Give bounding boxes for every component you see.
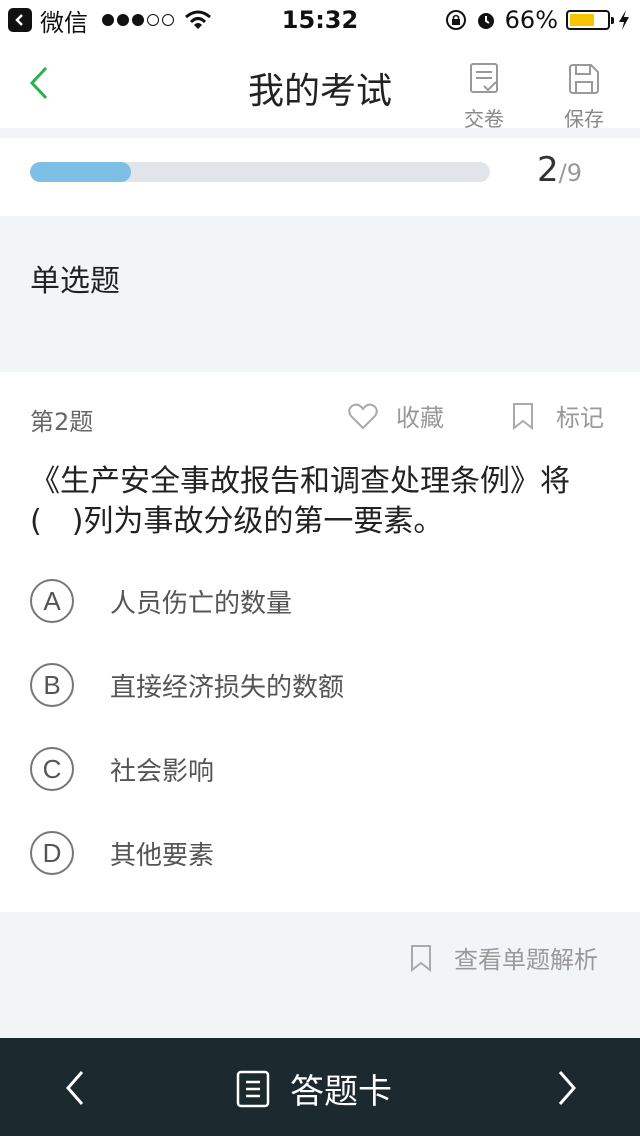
status-bar: 微信 15:32 66%	[0, 0, 640, 40]
option-letter: C	[30, 747, 74, 791]
orientation-lock-icon	[445, 10, 466, 30]
question-card: 第2题 收藏 标记 《生产安全事故报告和调查处理条例》将( )列为事故分级的第一…	[0, 372, 640, 912]
option-text: 直接经济损失的数额	[110, 672, 345, 703]
next-question-icon[interactable]	[546, 1068, 586, 1108]
option-a[interactable]: A 人员伤亡的数量	[30, 576, 610, 626]
nav-bar: 我的考试 交卷 保存	[0, 40, 640, 131]
option-letter: A	[30, 579, 74, 623]
bookmark-icon	[411, 944, 431, 972]
answer-card-button[interactable]: 答题卡	[236, 1064, 392, 1113]
submit-paper-icon	[470, 63, 498, 93]
bookmark-icon	[513, 402, 533, 430]
option-letter: B	[30, 663, 74, 707]
charging-icon	[619, 10, 629, 30]
progress-total: /9	[558, 159, 582, 187]
mark-label: 标记	[556, 404, 604, 432]
back-chevron-icon[interactable]	[22, 58, 62, 108]
save-disk-icon	[569, 64, 599, 94]
mark-button[interactable]: 标记	[512, 398, 604, 433]
answer-card-label: 答题卡	[290, 1072, 392, 1112]
save-label: 保存	[564, 107, 604, 131]
favorite-button[interactable]: 收藏	[348, 398, 444, 433]
option-d[interactable]: D 其他要素	[30, 828, 610, 878]
question-type-label: 单选题	[30, 264, 120, 299]
option-c[interactable]: C 社会影响	[30, 744, 610, 794]
battery-icon	[566, 10, 614, 30]
view-analysis-label: 查看单题解析	[454, 946, 598, 974]
question-number: 第2题	[30, 408, 94, 436]
progress-section: 2/9	[0, 138, 640, 216]
analysis-band: 查看单题解析	[0, 912, 640, 1038]
progress-counter: 2/9	[537, 150, 582, 190]
save-button[interactable]: 保存	[554, 62, 614, 132]
heart-icon	[348, 403, 378, 429]
question-text: 《生产安全事故报告和调查处理条例》将( )列为事故分级的第一要素。	[30, 464, 570, 539]
battery-percent: 66%	[504, 6, 558, 34]
option-text: 社会影响	[110, 756, 215, 787]
view-analysis-button[interactable]: 查看单题解析	[410, 940, 598, 975]
previous-question-icon[interactable]	[56, 1068, 96, 1108]
answer-sheet-icon	[236, 1070, 270, 1107]
progress-fill	[30, 162, 132, 182]
option-b[interactable]: B 直接经济损失的数额	[30, 660, 610, 710]
option-text: 其他要素	[110, 840, 215, 871]
option-letter: D	[30, 831, 74, 875]
progress-current: 2	[537, 150, 559, 190]
page-title: 我的考试	[247, 71, 392, 112]
submit-label: 交卷	[464, 107, 504, 131]
progress-bar	[30, 162, 490, 182]
bottom-bar: 答题卡	[0, 1038, 640, 1136]
question-type-band: 单选题	[0, 216, 640, 372]
submit-exam-button[interactable]: 交卷	[454, 62, 514, 132]
option-text: 人员伤亡的数量	[110, 588, 293, 619]
favorite-label: 收藏	[396, 404, 444, 432]
alarm-icon	[477, 13, 494, 29]
